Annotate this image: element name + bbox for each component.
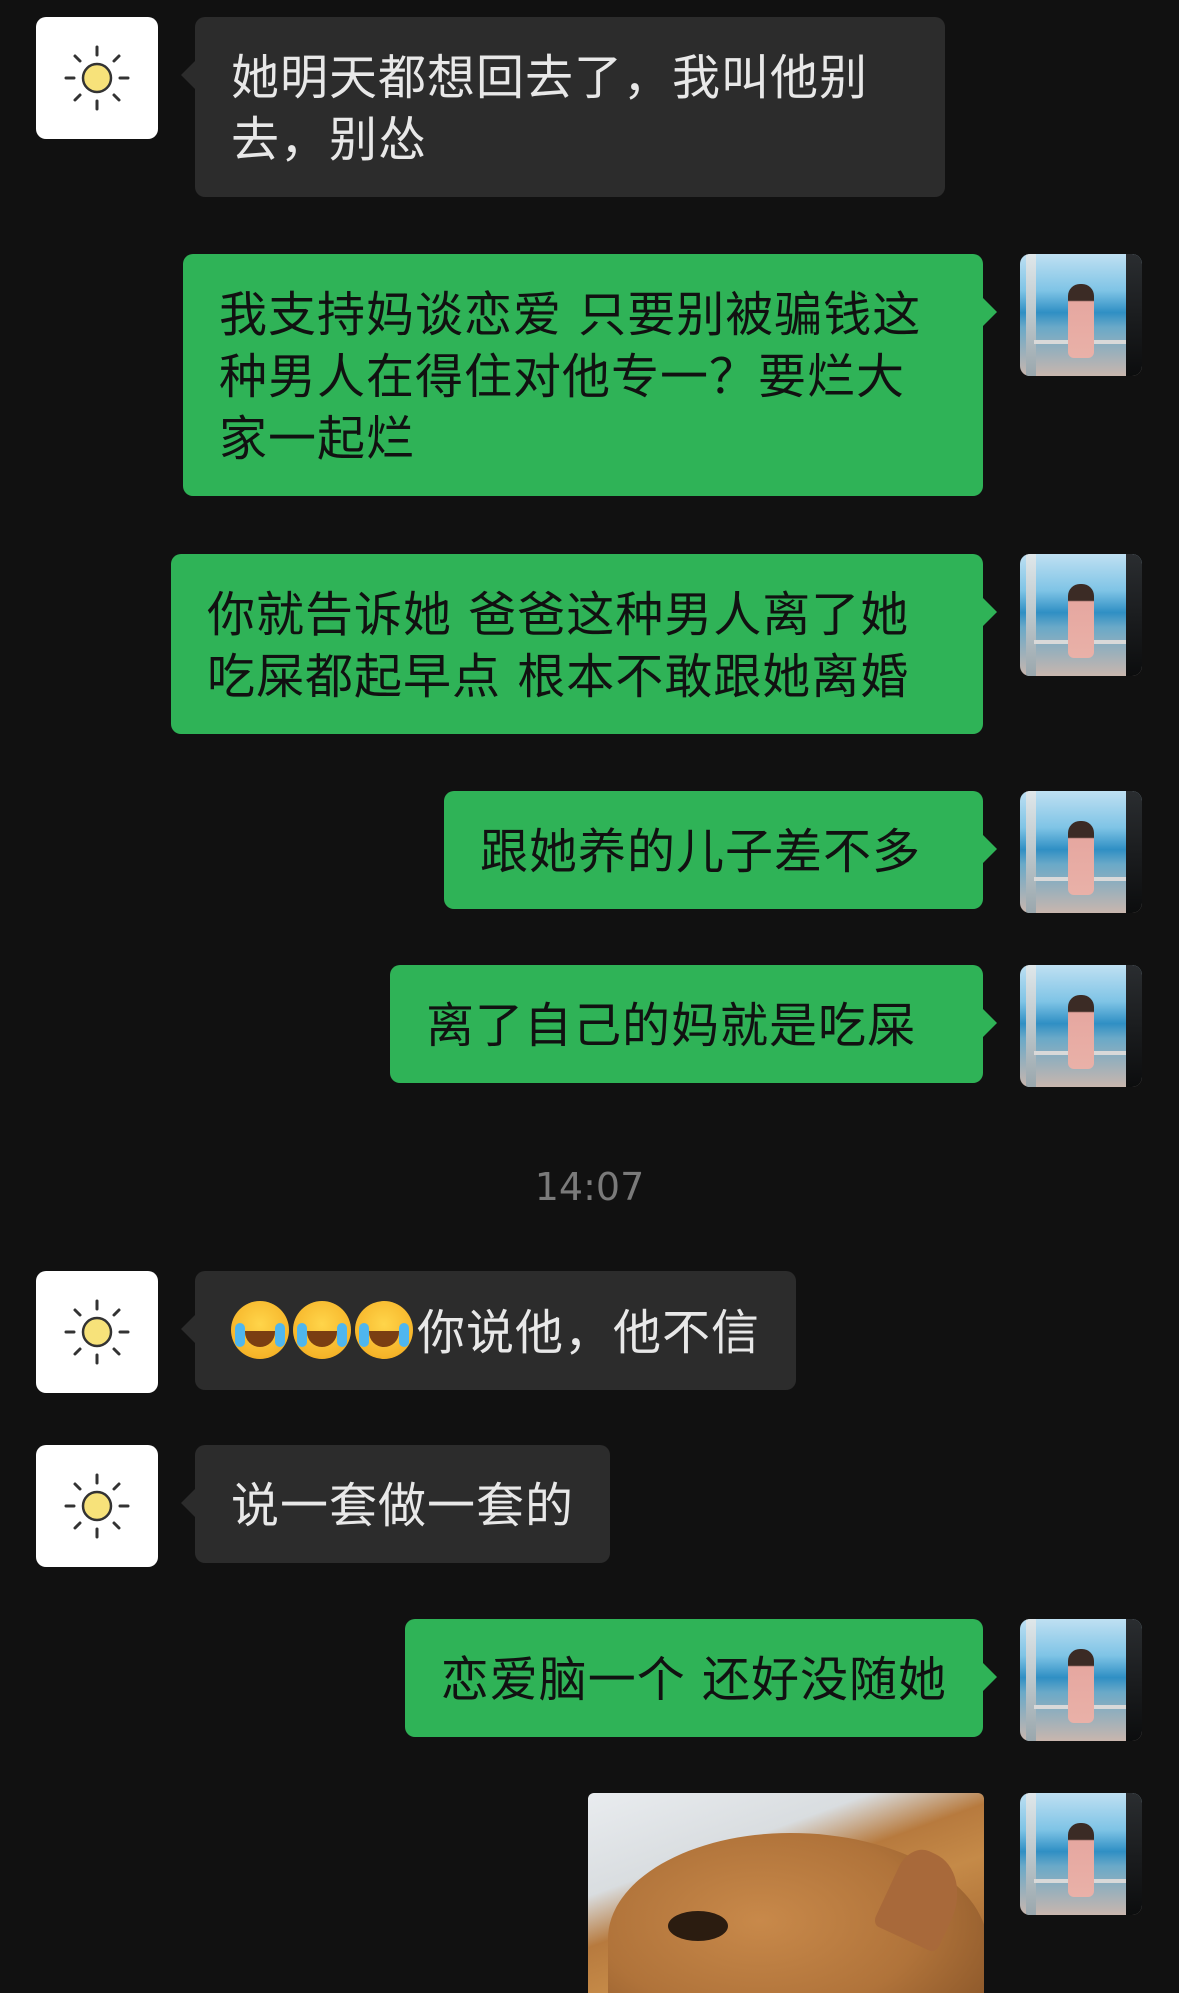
sun-icon <box>64 45 130 111</box>
loudly-crying-face-icon <box>355 1301 413 1359</box>
my-avatar[interactable] <box>1020 965 1142 1087</box>
incoming-message-bubble[interactable]: 她明天都想回去了，我叫他别去，别怂 <box>181 17 945 197</box>
my-avatar[interactable] <box>1020 554 1142 676</box>
message-text: 她明天都想回去了，我叫他别去，别怂 <box>231 50 869 168</box>
image-message[interactable] <box>588 1793 984 1993</box>
incoming-message-bubble[interactable]: 你说他，他不信 <box>180 1271 797 1390</box>
my-avatar[interactable] <box>1020 791 1142 913</box>
sun-icon <box>64 1473 130 1539</box>
loudly-crying-face-icon <box>293 1301 351 1359</box>
outgoing-message-bubble[interactable]: 跟她养的儿子差不多 <box>444 791 997 909</box>
outgoing-message-bubble[interactable]: 你就告诉她 爸爸这种男人离了她吃屎都起早点 根本不敢跟她离婚 <box>171 554 997 734</box>
my-avatar[interactable] <box>1020 254 1142 376</box>
message-text: 你说他，他不信 <box>417 1305 761 1361</box>
message-text: 离了自己的妈就是吃屎 <box>426 998 917 1054</box>
message-text: 我支持妈谈恋爱 只要别被骗钱这种男人在得住对他专一？要烂大家一起烂 <box>219 287 922 467</box>
message-text: 跟她养的儿子差不多 <box>480 824 922 880</box>
timestamp: 14:07 <box>534 1165 645 1209</box>
contact-avatar[interactable] <box>36 1271 158 1393</box>
outgoing-message-bubble[interactable]: 恋爱脑一个 还好没随她 <box>404 1619 998 1737</box>
my-avatar[interactable] <box>1020 1793 1142 1915</box>
my-avatar[interactable] <box>1020 1619 1142 1741</box>
loudly-crying-face-icon <box>231 1301 289 1359</box>
outgoing-message-bubble[interactable]: 离了自己的妈就是吃屎 <box>390 965 997 1083</box>
outgoing-message-bubble[interactable]: 我支持妈谈恋爱 只要别被骗钱这种男人在得住对他专一？要烂大家一起烂 <box>183 254 997 496</box>
contact-avatar[interactable] <box>36 1445 158 1567</box>
sun-icon <box>64 1299 130 1365</box>
message-text: 你就告诉她 爸爸这种男人离了她吃屎都起早点 根本不敢跟她离婚 <box>207 587 910 705</box>
contact-avatar[interactable] <box>36 17 158 139</box>
message-text: 说一套做一套的 <box>231 1478 575 1534</box>
message-text: 恋爱脑一个 还好没随她 <box>440 1652 947 1708</box>
incoming-message-bubble[interactable]: 说一套做一套的 <box>180 1445 611 1563</box>
